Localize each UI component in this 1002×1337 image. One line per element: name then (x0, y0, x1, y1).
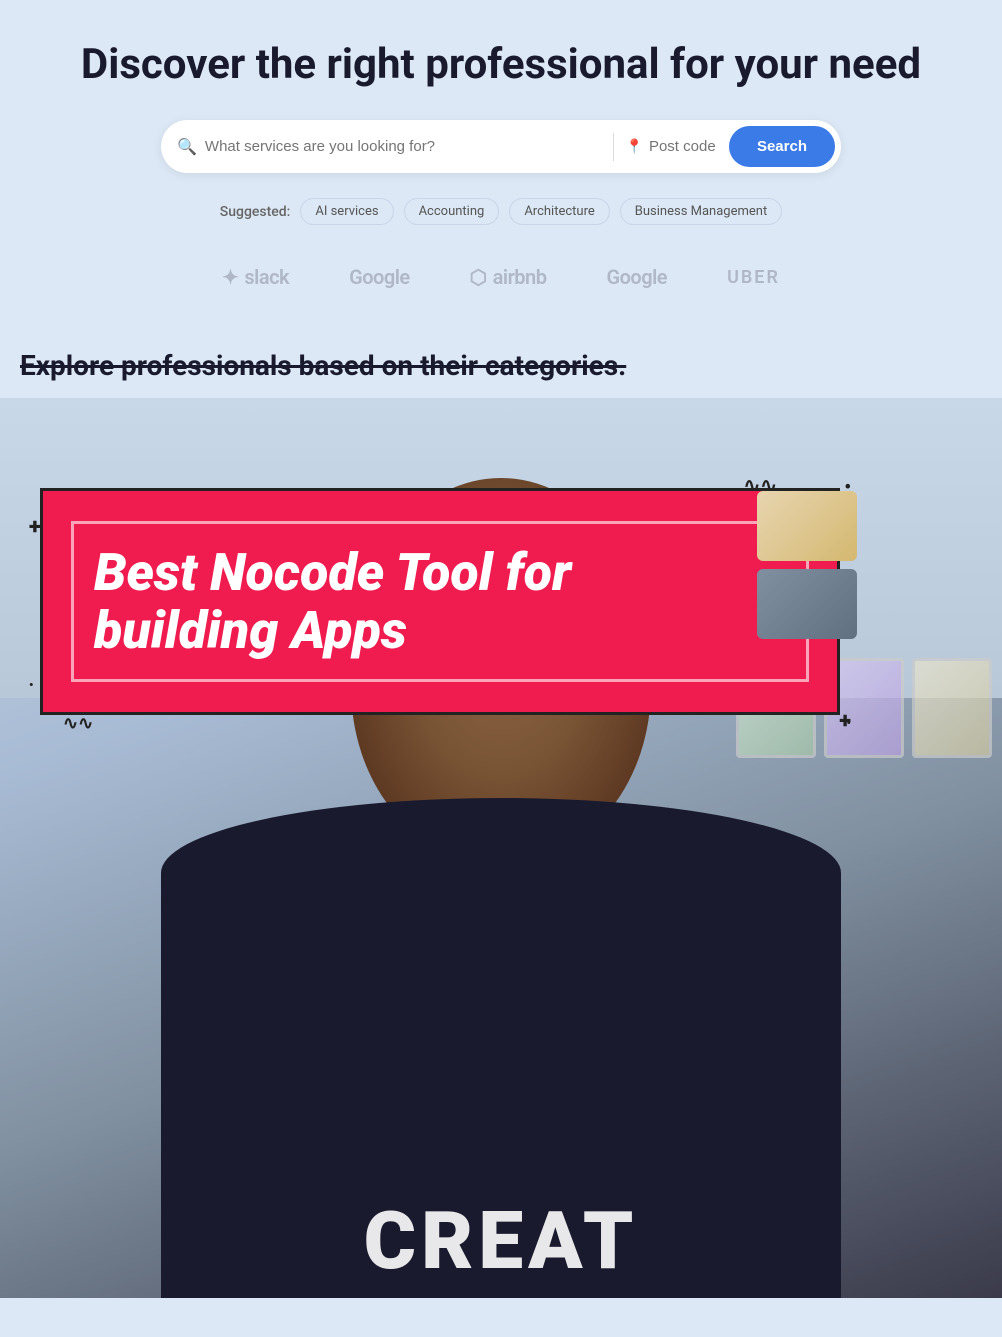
explore-title-text: Explore professionals based on their cat… (20, 349, 626, 382)
wall-frame-3 (912, 658, 992, 758)
search-icon: 🔍 (177, 137, 197, 156)
video-area: CREAT ∿∿ • + + ∿∿ • • + Best Nocode Tool… (0, 398, 1002, 1298)
tag-ai-services[interactable]: AI services (300, 198, 393, 225)
brand-slack: ✦ slack (222, 265, 289, 289)
search-button[interactable]: Search (729, 126, 835, 167)
postcode-input[interactable] (649, 138, 729, 155)
slack-label: slack (244, 265, 289, 289)
tag-accounting[interactable]: Accounting (404, 198, 500, 225)
search-bar: 🔍 📍 Search (161, 120, 841, 173)
brand-google-1: Google (349, 265, 410, 289)
tag-architecture[interactable]: Architecture (509, 198, 609, 225)
uber-label: UBER (727, 267, 780, 288)
brand-uber: UBER (727, 267, 780, 288)
decoration-dot-bl: • (29, 678, 33, 692)
search-input[interactable] (205, 138, 601, 155)
slack-icon: ✦ (222, 265, 238, 289)
brand-google-2: Google (606, 265, 667, 289)
nocode-title-line2: building Apps (94, 602, 786, 659)
airbnb-label: airbnb (493, 265, 547, 289)
decoration-squiggle-bottom: ∿∿ (63, 713, 93, 734)
decoration-plus-tl: + (29, 515, 41, 540)
google-label-2: Google (606, 265, 667, 289)
top-section: Discover the right professional for your… (0, 0, 1002, 349)
airbnb-icon: ⬡ (470, 265, 487, 289)
bg-card-1 (757, 491, 857, 561)
bg-cards (757, 491, 877, 651)
suggested-row: Suggested: AI services Accounting Archit… (20, 198, 982, 225)
hero-title: Discover the right professional for your… (20, 40, 982, 90)
explore-section: Explore professionals based on their cat… (0, 349, 1002, 382)
google-label-1: Google (349, 265, 410, 289)
tag-business[interactable]: Business Management (620, 198, 782, 225)
bottom-create-text: CREAT (364, 1194, 639, 1288)
suggested-label: Suggested: (220, 204, 291, 220)
divider (613, 133, 614, 161)
explore-title: Explore professionals based on their cat… (20, 349, 982, 382)
nocode-box-inner: Best Nocode Tool for building Apps (71, 521, 809, 681)
nocode-box: Best Nocode Tool for building Apps (43, 491, 837, 711)
brand-airbnb: ⬡ airbnb (470, 265, 547, 289)
brands-row: ✦ slack Google ⬡ airbnb Google UBER (20, 255, 982, 319)
nocode-title-line1: Best Nocode Tool for (94, 544, 786, 601)
location-icon: 📍 (626, 139, 643, 155)
decoration-plus-br: + (839, 709, 851, 734)
bg-card-2 (757, 569, 857, 639)
nocode-promo-overlay: ∿∿ • + + ∿∿ • • + Best Nocode Tool for b… (40, 488, 840, 714)
